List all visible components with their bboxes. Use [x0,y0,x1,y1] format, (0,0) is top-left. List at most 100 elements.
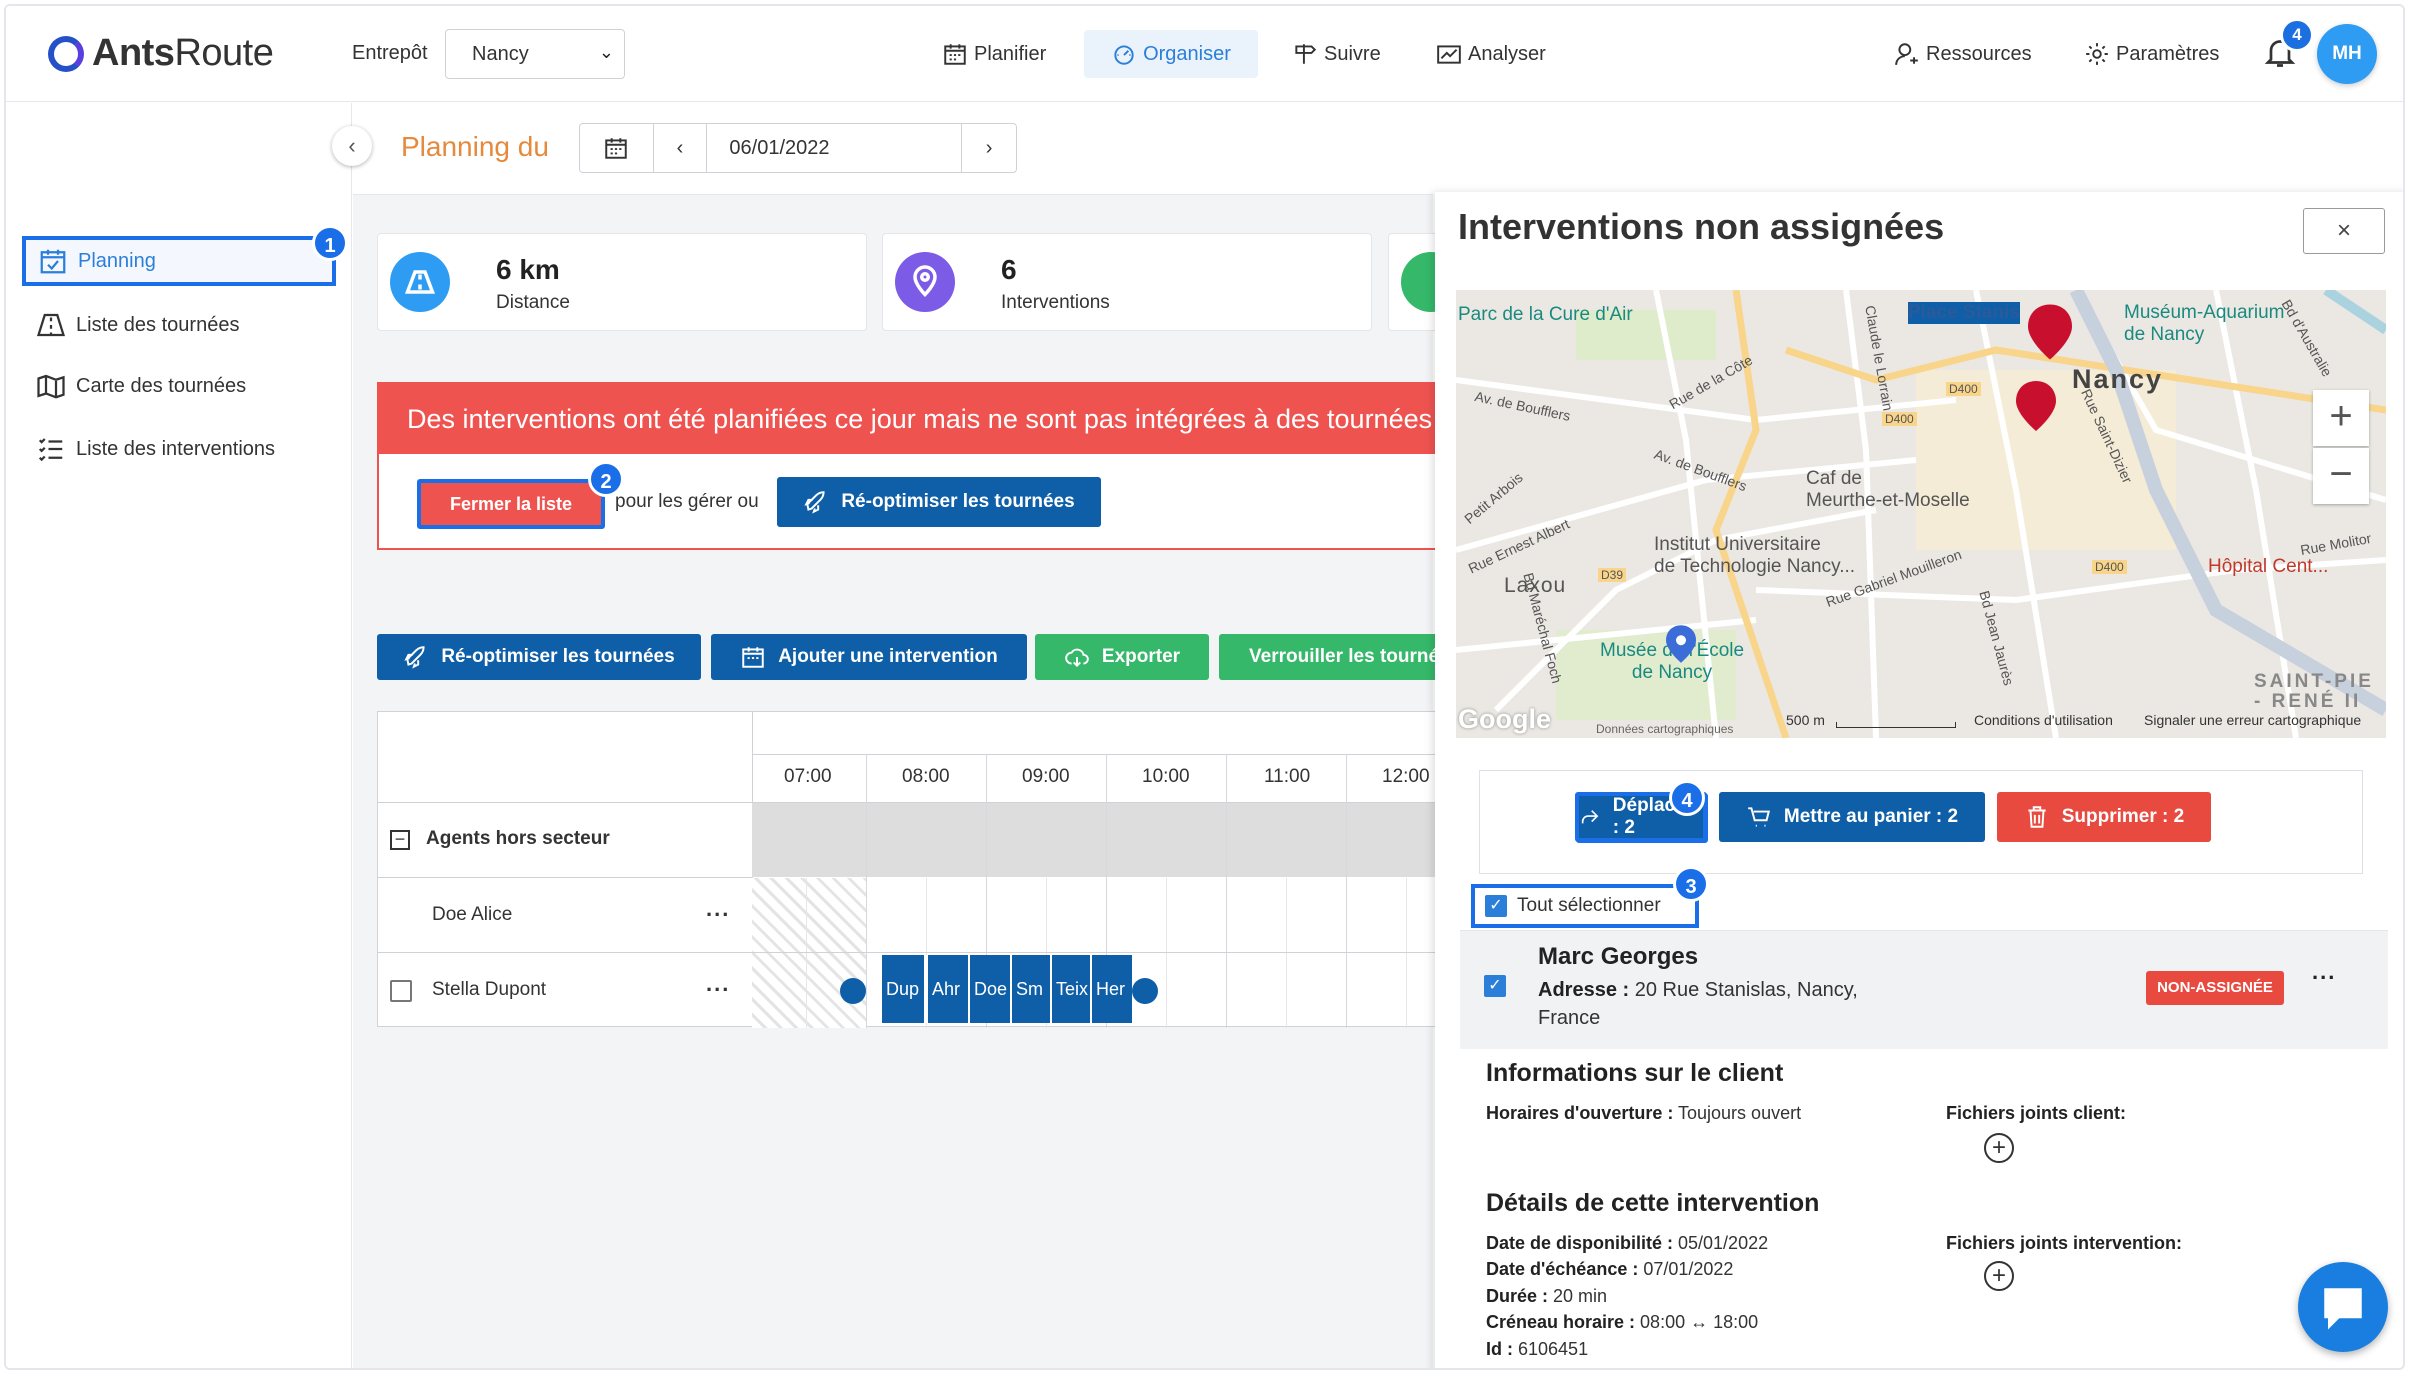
chat-button[interactable] [2298,1262,2388,1352]
button-label: Verrouiller les tournées [1249,646,1443,667]
zoom-out-button[interactable]: − [2313,448,2369,504]
nav-label: Organiser [1143,42,1231,65]
chevron-left-icon: ‹ [348,133,356,158]
button-label: Ré-optimiser les tournées [841,491,1075,512]
map-road-label: D400 [1946,382,1981,396]
nav-analyser[interactable]: Analyser [1424,30,1558,78]
chevron-left-icon: ‹ [676,136,684,159]
sidebar-item-label: Carte des tournées [76,374,247,397]
avatar[interactable]: MH [2317,24,2377,84]
add-intervention-button[interactable]: Ajouter une intervention [711,634,1027,680]
intervention-files-label: Fichiers joints intervention: [1946,1233,2183,1253]
road-icon [36,313,66,337]
stop-block[interactable]: Teix [1050,955,1090,1023]
agent-row[interactable]: Stella Dupont ... [378,953,752,1028]
stop-block[interactable]: Sm [1010,955,1050,1023]
main-content: Planning du ‹ 06/01/2022 › 6 km Distance… [353,103,1457,1368]
hour-label: 11:00 [1264,766,1311,787]
card-menu-icon[interactable]: ... [2312,959,2336,985]
cart-icon [1748,807,1770,827]
nav-parametres[interactable]: Paramètres [2072,30,2231,78]
sidebar-collapse-button[interactable]: ‹ [332,126,372,166]
hour-label: 08:00 [902,766,950,787]
sidebar-item-label: Liste des tournées [76,313,240,336]
nav-organiser[interactable]: Organiser [1084,30,1258,78]
sidebar-item-label: Liste des interventions [76,437,276,460]
stop-block[interactable]: Her [1090,955,1132,1023]
map-report-link[interactable]: Signaler une erreur cartographique [2144,712,2361,728]
stop-block[interactable]: Ahr [926,955,968,1023]
location-icon [1666,625,1696,663]
map-pin-icon[interactable] [2016,380,2056,432]
logo[interactable]: AntsRoute [48,32,274,75]
select-all-checkbox[interactable]: ✓ Tout sélectionner [1471,884,1699,928]
hour-label: 09:00 [1022,766,1070,787]
app-window: AntsRoute Entrepôt Nancy ⌄ Planifier Org… [4,4,2405,1370]
map-roads [1456,290,2386,738]
sidebar-item-carte-tournees[interactable]: Carte des tournées [36,366,246,406]
map-label: Institut Universitaire de Technologie Na… [1654,534,1856,577]
stat-card-interventions: 6 Interventions [882,233,1372,331]
gear-icon [2086,43,2108,65]
map-label: SAINT-PIE - RENÉ II [2254,671,2374,712]
collapse-group-icon[interactable]: − [390,830,410,850]
top-bar: AntsRoute Entrepôt Nancy ⌄ Planifier Org… [6,6,2403,102]
planning-header: Planning du ‹ 06/01/2022 › [353,103,1433,195]
rocket-icon [404,646,425,669]
more-icon[interactable]: ... [706,896,730,922]
button-label: Exporter [1101,646,1181,667]
add-intervention-file-button[interactable]: + [1984,1261,2014,1291]
close-list-button[interactable]: Fermer la liste [417,479,605,529]
entrepot-select[interactable]: Nancy ⌄ [445,29,625,79]
button-label: Mettre au panier : 2 [1783,806,1959,827]
google-logo: Google [1458,704,1551,734]
delete-button[interactable]: Supprimer : 2 [1997,792,2211,842]
map-data-credit: Données cartographiques [1596,722,1734,736]
timeline-grid: 07:00 08:00 09:00 10:00 11:00 12:00 − Ag… [377,711,1452,1028]
group-row[interactable]: − Agents hors secteur [378,803,752,878]
sidebar-item-liste-interventions[interactable]: Liste des interventions [36,429,275,469]
map-terms-link[interactable]: Conditions d'utilisation [1974,712,2113,728]
more-icon[interactable]: ... [706,971,730,997]
nav-label: Analyser [1468,42,1546,65]
cloud-download-icon [1065,648,1089,668]
kv-label: Id : [1486,1339,1513,1359]
stop-block[interactable]: Dup [880,955,924,1023]
prev-day-button[interactable]: ‹ [654,124,708,172]
trash-icon [2028,806,2046,828]
sidebar-item-planning[interactable]: Planning [22,236,336,286]
map-icon [37,374,65,399]
lock-tours-button[interactable]: Verrouiller les tournées [1219,634,1443,680]
kv-value: 05/01/2022 [1673,1233,1769,1253]
section-title: Détails de cette intervention [1486,1189,1820,1217]
reoptimize-button[interactable]: Ré-optimiser les tournées [377,634,701,680]
stat-label: Distance [496,292,570,313]
close-panel-button[interactable]: × [2303,208,2385,254]
agent-checkbox[interactable] [390,980,412,1002]
zoom-in-button[interactable]: + [2313,390,2369,446]
nav-planifier[interactable]: Planifier [930,30,1058,78]
date-input[interactable]: 06/01/2022 [707,124,963,172]
add-client-file-button[interactable]: + [1984,1133,2014,1163]
nav-suivre[interactable]: Suivre [1280,30,1393,78]
add-to-cart-button[interactable]: Mettre au panier : 2 [1719,792,1985,842]
nav-label: Suivre [1324,42,1381,65]
map[interactable]: Parc de la Cure d'Air Place Stanis Muséu… [1456,290,2386,738]
stop-block[interactable]: Doe [968,955,1010,1023]
sidebar-item-liste-tournees[interactable]: Liste des tournées [36,305,239,345]
map-pin-icon[interactable] [2028,304,2072,360]
logo-icon [48,35,84,72]
share-arrow-icon [1581,810,1599,824]
export-button[interactable]: Exporter [1035,634,1209,680]
calendar-icon [605,138,628,159]
agent-row[interactable]: Doe Alice ... [378,878,752,953]
card-checkbox[interactable]: ✓ [1484,975,1506,997]
nav-ressources[interactable]: Ressources [1882,30,2044,78]
map-label: Parc de la Cure d'Air [1458,304,1633,325]
kv-label: Horaires d'ouverture : [1486,1103,1674,1123]
calendar-button[interactable] [580,124,654,172]
intervention-card: ✓ Marc Georges Adresse : 20 Rue Stanisla… [1460,930,2388,1368]
user-icon [1895,43,1918,65]
next-day-button[interactable]: › [962,124,1016,172]
reoptimize-alert-button[interactable]: Ré-optimiser les tournées [777,477,1101,527]
